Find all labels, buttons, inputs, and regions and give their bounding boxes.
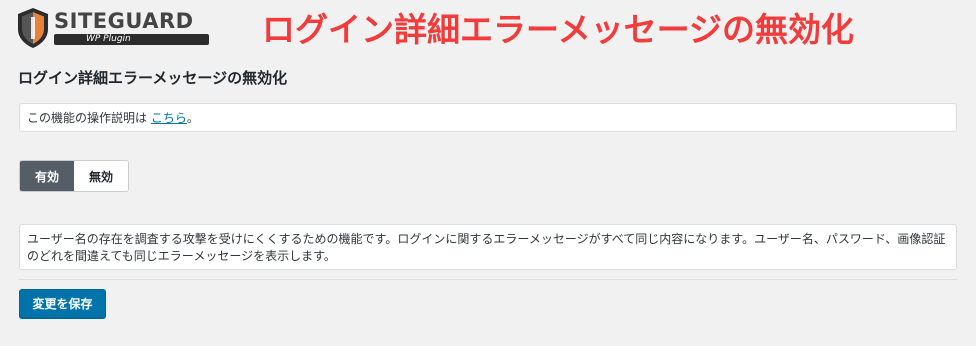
enable-toggle: 有効 無効 bbox=[19, 160, 129, 192]
help-prefix: この機能の操作説明は bbox=[27, 111, 151, 125]
help-box: この機能の操作説明は こちら。 bbox=[19, 103, 957, 132]
divider bbox=[19, 279, 957, 280]
toggle-disabled-button[interactable]: 無効 bbox=[74, 161, 128, 191]
siteguard-shield-icon bbox=[18, 8, 48, 48]
help-suffix: 。 bbox=[186, 111, 199, 125]
help-link[interactable]: こちら bbox=[151, 111, 187, 125]
siteguard-logo: SITEGUARD WP Plugin bbox=[16, 7, 212, 49]
toggle-enabled-button[interactable]: 有効 bbox=[20, 161, 74, 191]
logo-subtitle: WP Plugin bbox=[86, 34, 131, 44]
logo-subtitle-bar bbox=[54, 34, 209, 45]
page-title: ログイン詳細エラーメッセージの無効化 bbox=[18, 69, 288, 87]
headline: ログイン詳細エラーメッセージの無効化 bbox=[262, 10, 855, 49]
logo-brand-text: SITEGUARD bbox=[54, 9, 194, 33]
save-button[interactable]: 変更を保存 bbox=[19, 289, 106, 318]
description-box: ユーザー名の存在を調査する攻撃を受けにくくするための機能です。ログインに関するエ… bbox=[19, 224, 957, 270]
